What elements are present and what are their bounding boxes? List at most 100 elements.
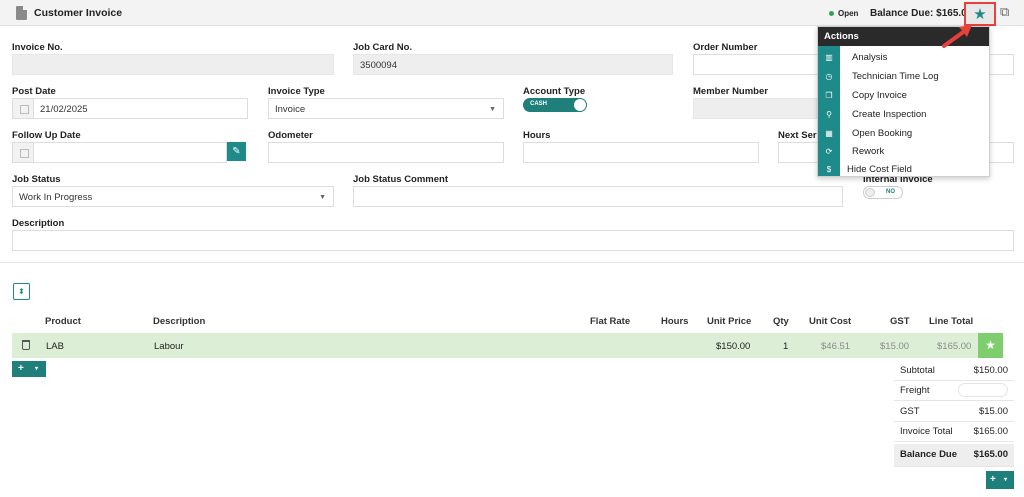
bar-chart-icon: ▥ <box>825 53 833 62</box>
hours-field[interactable] <box>523 142 759 163</box>
job-status-comment-label: Job Status Comment <box>353 174 449 185</box>
invoice-total-value: $165.00 <box>973 426 1008 437</box>
balance-due-row: Balance Due $165.00 <box>894 444 1014 467</box>
calendar-icon: ▦ <box>825 129 833 138</box>
order-number-label: Order Number <box>693 42 758 53</box>
cell-product[interactable]: LAB <box>46 341 64 352</box>
chevron-down-icon: ▾ <box>35 366 39 372</box>
freight-row: Freight <box>894 380 1014 401</box>
account-type-toggle-label: CASH <box>530 101 548 107</box>
cell-qty[interactable]: 1 <box>783 341 788 352</box>
menu-item-rework[interactable]: ⟳ Rework <box>818 142 989 160</box>
sort-icon: ⬍ <box>18 287 25 296</box>
trash-icon[interactable] <box>22 340 30 350</box>
column-header-flat-rate[interactable]: Flat Rate <box>590 316 630 327</box>
calendar-icon[interactable] <box>12 142 34 163</box>
odometer-label: Odometer <box>268 130 313 141</box>
invoice-total-row: Invoice Total $165.00 <box>894 421 1014 442</box>
calendar-icon[interactable] <box>12 98 34 119</box>
copy-icon: ❐ <box>825 91 833 100</box>
cell-gst: $15.00 <box>880 341 910 352</box>
refresh-icon: ⟳ <box>825 147 833 156</box>
balance-due-label: Balance Due <box>900 449 958 460</box>
follow-up-date-field[interactable] <box>33 142 227 163</box>
account-type-toggle[interactable]: CASH <box>523 98 587 112</box>
external-link-icon[interactable]: ⧉ <box>1000 5 1014 19</box>
cell-unit-cost: $46.51 <box>821 341 851 352</box>
menu-item-label: Hide Cost Field <box>847 164 912 175</box>
dollar-icon: $ <box>826 165 832 174</box>
gst-row: GST $15.00 <box>894 401 1014 422</box>
description-field[interactable] <box>12 230 1014 251</box>
invoice-no-field[interactable] <box>12 54 334 75</box>
job-card-no-field[interactable]: 3500094 <box>353 54 673 75</box>
job-status-label: Job Status <box>12 174 61 185</box>
document-icon <box>16 6 27 20</box>
chevron-down-icon: ▼ <box>489 106 496 113</box>
add-line-button[interactable]: + ▾ <box>12 361 46 377</box>
subtotal-row: Subtotal $150.00 <box>894 360 1014 381</box>
row-star-button[interactable]: ★ <box>978 333 1003 358</box>
menu-item-label: Open Booking <box>852 128 913 139</box>
menu-item-copy-invoice[interactable]: ❐ Copy Invoice <box>818 86 989 104</box>
internal-invoice-toggle[interactable]: NO <box>863 186 903 199</box>
gst-value: $15.00 <box>978 406 1008 417</box>
menu-item-technician-time-log[interactable]: ◷ Technician Time Log <box>818 67 989 85</box>
menu-item-label: Create Inspection <box>852 109 927 120</box>
column-header-hours[interactable]: Hours <box>661 316 688 327</box>
column-header-line-total[interactable]: Line Total <box>929 316 973 327</box>
search-icon: ⚲ <box>826 110 832 119</box>
add-payment-button[interactable]: + ▾ <box>986 471 1014 489</box>
status-badge: Open <box>838 9 859 18</box>
chevron-down-icon: ▾ <box>1004 477 1008 483</box>
job-status-select[interactable]: Work In Progress ▼ <box>12 186 334 207</box>
post-date-label: Post Date <box>12 86 56 97</box>
cell-description[interactable]: Labour <box>154 341 184 352</box>
balance-due-value: $165.00 <box>973 449 1008 460</box>
member-number-field[interactable] <box>693 98 817 119</box>
column-header-qty[interactable]: Qty <box>773 316 789 327</box>
invoice-no-label: Invoice No. <box>12 42 63 53</box>
chevron-down-icon: ▼ <box>319 194 326 201</box>
sort-toggle-button[interactable]: ⬍ <box>13 283 30 300</box>
freight-input[interactable] <box>958 383 1008 397</box>
subtotal-label: Subtotal <box>900 365 935 376</box>
member-number-label: Member Number <box>693 86 768 97</box>
follow-up-date-label: Follow Up Date <box>12 130 81 141</box>
invoice-type-select[interactable]: Invoice ▼ <box>268 98 504 119</box>
gst-label: GST <box>900 406 920 417</box>
edit-icon[interactable]: ✎ <box>227 142 246 161</box>
menu-item-hide-cost-field[interactable]: $ Hide Cost Field <box>818 160 989 178</box>
job-status-comment-field[interactable] <box>353 186 843 207</box>
post-date-field[interactable]: 21/02/2025 <box>33 98 248 119</box>
column-header-unit-cost[interactable]: Unit Cost <box>809 316 851 327</box>
invoice-total-label: Invoice Total <box>900 426 953 437</box>
section-divider <box>0 262 1024 263</box>
menu-item-create-inspection[interactable]: ⚲ Create Inspection <box>818 105 989 123</box>
plus-icon: + <box>18 363 24 374</box>
column-header-description[interactable]: Description <box>153 316 205 327</box>
menu-item-label: Technician Time Log <box>852 71 939 82</box>
menu-item-open-booking[interactable]: ▦ Open Booking <box>818 124 989 142</box>
annotation-arrow-icon <box>942 25 972 48</box>
account-type-label: Account Type <box>523 86 586 97</box>
status-dot-icon <box>829 11 834 16</box>
column-header-unit-price[interactable]: Unit Price <box>707 316 751 327</box>
plus-icon: + <box>990 474 996 485</box>
toggle-knob <box>865 188 875 197</box>
star-icon: ★ <box>985 338 996 352</box>
column-header-gst[interactable]: GST <box>890 316 910 327</box>
menu-item-label: Copy Invoice <box>852 90 907 101</box>
toggle-knob <box>574 99 586 111</box>
invoice-type-value: Invoice <box>275 104 306 115</box>
internal-invoice-toggle-label: NO <box>886 189 895 195</box>
menu-item-label: Rework <box>852 146 885 157</box>
cell-line-total: $165.00 <box>937 341 972 352</box>
column-header-product[interactable]: Product <box>45 316 81 327</box>
odometer-field[interactable] <box>268 142 504 163</box>
hours-label: Hours <box>523 130 551 141</box>
description-label: Description <box>12 218 65 229</box>
page-title: Customer Invoice <box>34 7 123 19</box>
cell-unit-price[interactable]: $150.00 <box>716 341 750 352</box>
freight-label: Freight <box>900 385 930 396</box>
